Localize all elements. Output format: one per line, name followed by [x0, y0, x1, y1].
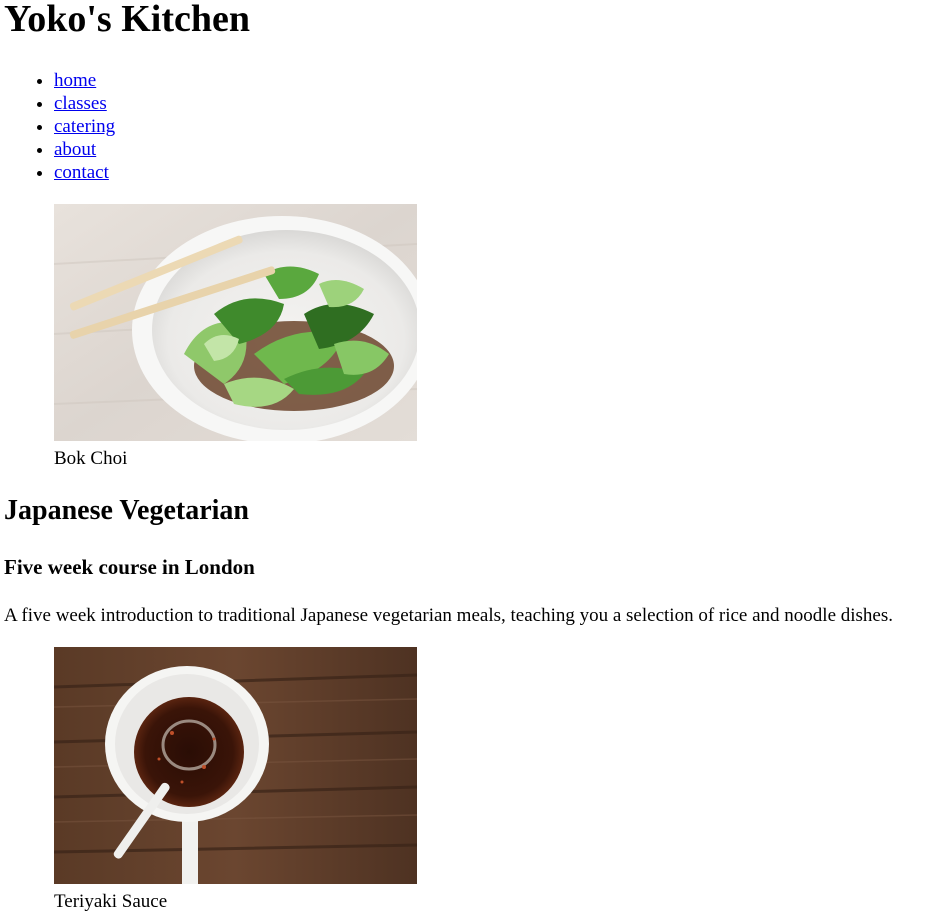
course-title: Japanese Vegetarian [4, 495, 249, 526]
teriyaki-sauce-figure: Teriyaki Sauce [54, 647, 417, 911]
nav-link-home[interactable]: home [54, 70, 96, 91]
nav-item-home: home [54, 69, 115, 92]
bok-choi-caption: Bok Choi [54, 448, 128, 469]
nav-link-about[interactable]: about [54, 139, 96, 160]
nav-link-catering[interactable]: catering [54, 116, 115, 137]
nav-item-contact: contact [54, 161, 115, 184]
nav-item-about: about [54, 138, 115, 161]
nav-link-contact[interactable]: contact [54, 162, 109, 183]
teriyaki-sauce-caption: Teriyaki Sauce [54, 891, 168, 911]
nav-link-classes[interactable]: classes [54, 93, 107, 114]
bok-choi-photo [54, 204, 417, 441]
nav-item-catering: catering [54, 115, 115, 138]
main-nav: home classes catering about contact [4, 69, 115, 184]
site-title: Yoko's Kitchen [4, 0, 250, 40]
course-description: A five week introduction to traditional … [4, 605, 894, 626]
bok-choi-figure: Bok Choi [54, 204, 417, 470]
teriyaki-sauce-photo [54, 647, 417, 884]
nav-item-classes: classes [54, 92, 115, 115]
course-subtitle: Five week course in London [4, 555, 255, 579]
